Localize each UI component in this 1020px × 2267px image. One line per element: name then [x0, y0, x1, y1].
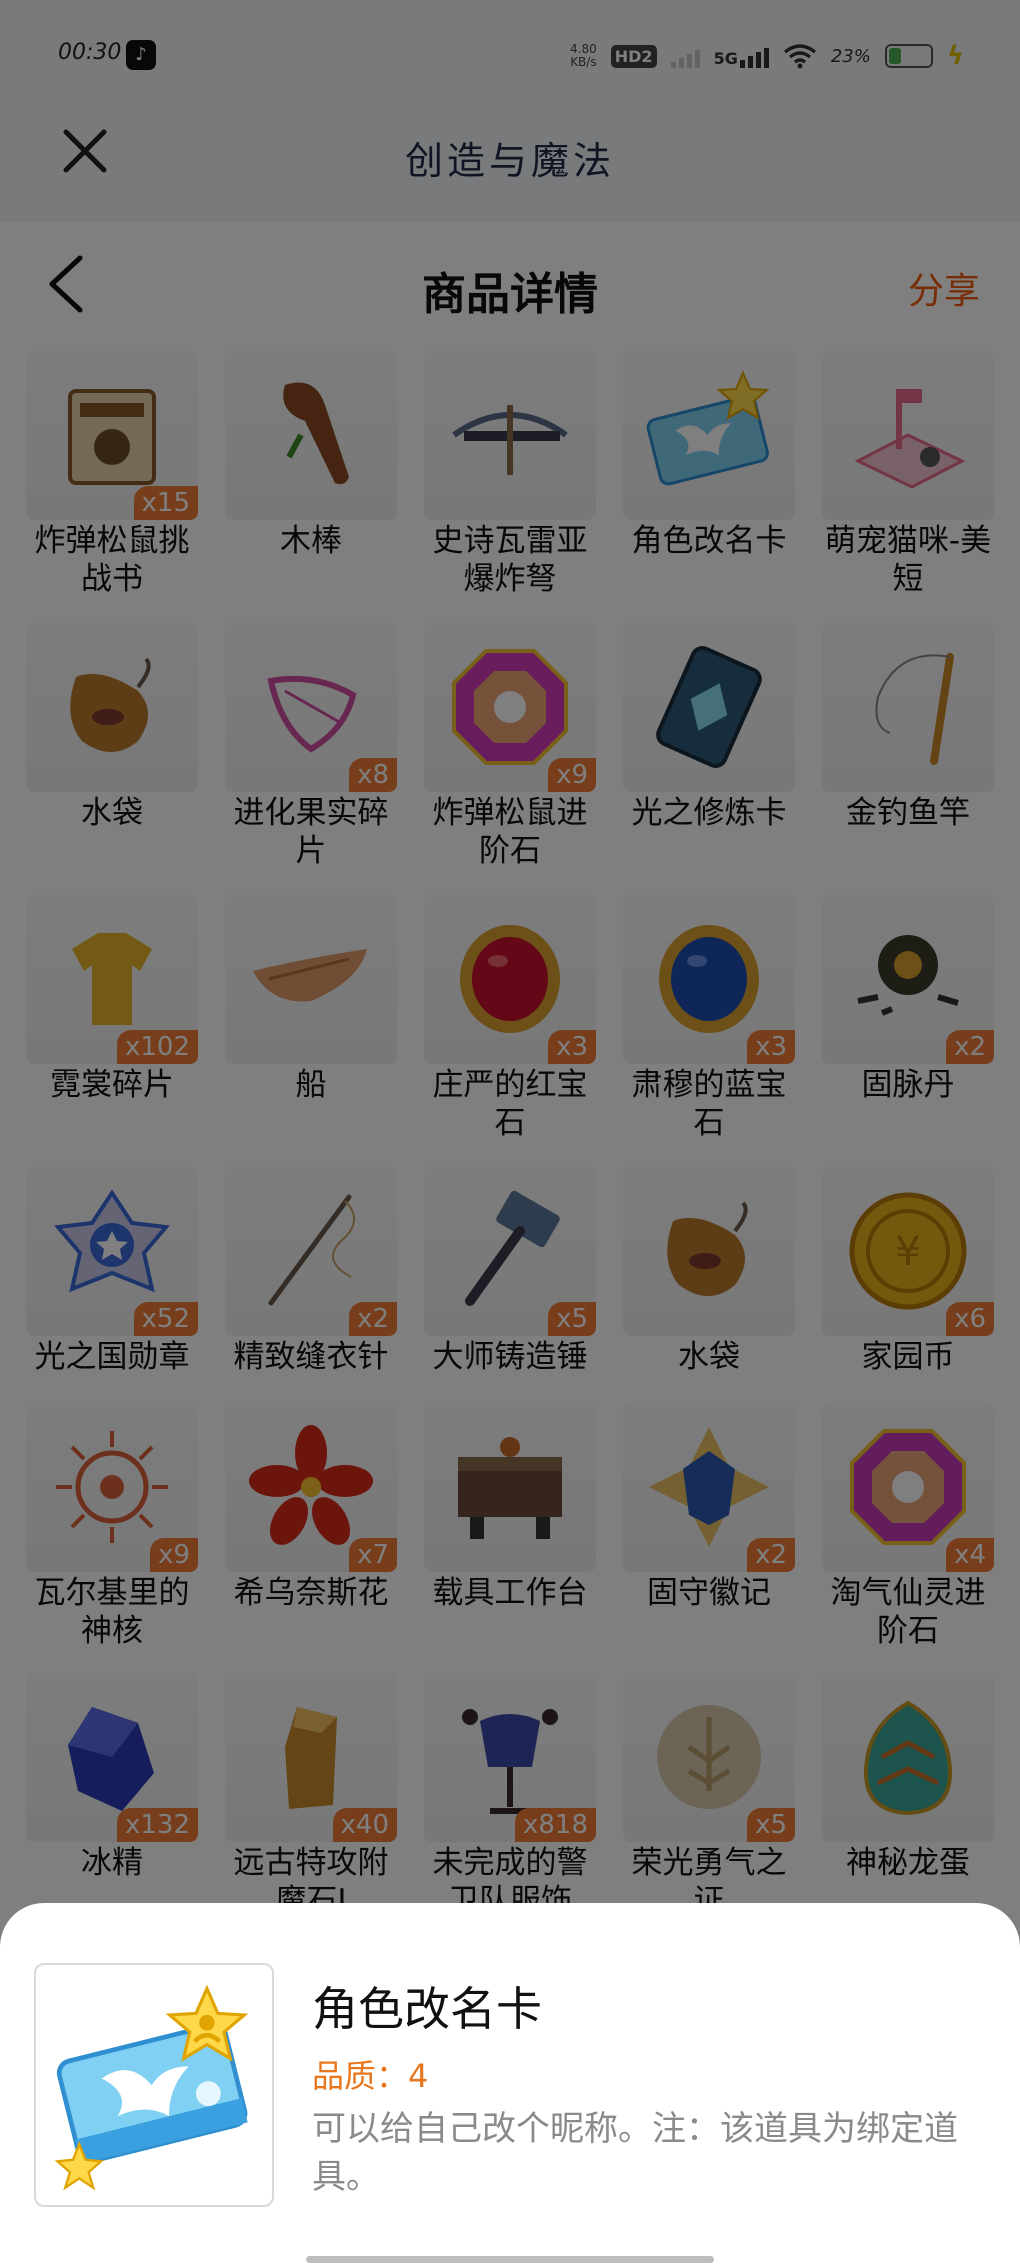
- item-detail-description: 可以给自己改个昵称。注：该道具为绑定道具。: [312, 2109, 958, 2197]
- item-detail-quality: 品质：4: [312, 2057, 429, 2095]
- item-detail-image: [34, 1963, 274, 2207]
- item-detail-sheet: 角色改名卡 品质：4 可以给自己改个昵称。注：该道具为绑定道具。: [0, 1903, 1020, 2267]
- item-detail-title: 角色改名卡: [312, 1982, 542, 2036]
- home-indicator[interactable]: [306, 2256, 714, 2263]
- rename-card-icon: [54, 1984, 249, 2191]
